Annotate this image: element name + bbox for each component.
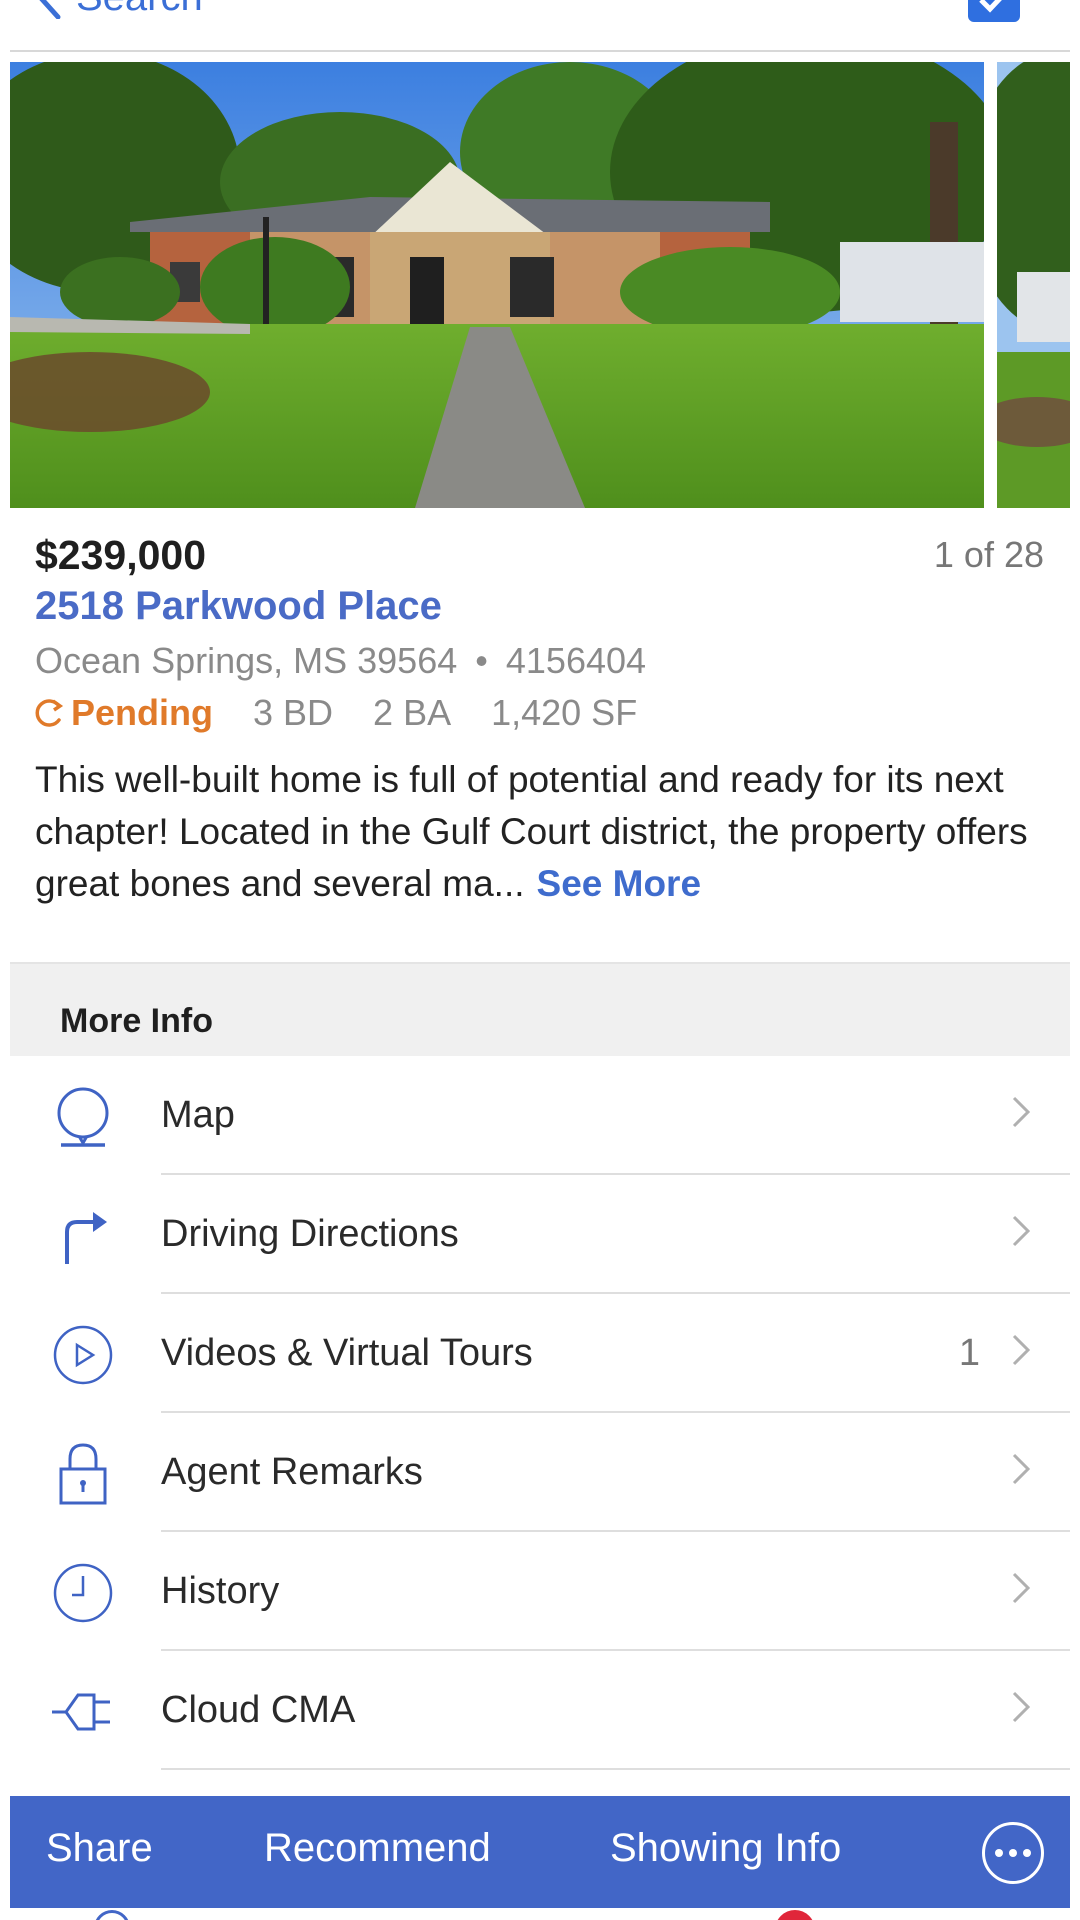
back-button[interactable]: Search xyxy=(36,0,203,22)
more-info-item-map[interactable]: Map xyxy=(10,1056,1070,1175)
chevron-right-icon xyxy=(1012,1096,1030,1128)
showing-info-button[interactable]: Showing Info xyxy=(610,1826,841,1871)
more-info-list: Map Driving Directions Videos & Virtual … xyxy=(10,1056,1070,1770)
item-label: History xyxy=(161,1570,280,1612)
clock-icon xyxy=(48,1558,118,1628)
more-info-item-driving-directions[interactable]: Driving Directions xyxy=(10,1175,1070,1294)
recommend-button[interactable]: Recommend xyxy=(264,1826,491,1871)
next-photo-preview[interactable] xyxy=(997,62,1070,508)
chevron-right-icon xyxy=(1012,1334,1030,1366)
chevron-right-icon xyxy=(1012,1215,1030,1247)
listing-photo[interactable] xyxy=(10,62,984,508)
item-label: Driving Directions xyxy=(161,1213,459,1255)
listing-address[interactable]: 2518 Parkwood Place xyxy=(35,584,442,629)
tab-bar-peek xyxy=(10,1908,1070,1920)
square-footage: 1,420 SF xyxy=(491,692,638,733)
checkmark-icon xyxy=(979,0,1002,13)
chevron-right-icon xyxy=(1012,1453,1030,1485)
city-state-zip: Ocean Springs, MS 39564 xyxy=(35,640,458,681)
status-line: Pending 3 BD 2 BA 1,420 SF xyxy=(35,692,677,734)
refresh-icon xyxy=(35,699,64,727)
play-circle-icon xyxy=(48,1320,118,1390)
description-text: This well-built home is full of potentia… xyxy=(35,759,1028,904)
chevron-right-icon xyxy=(1012,1691,1030,1723)
item-count: 1 xyxy=(958,1332,980,1374)
listing-price: $239,000 xyxy=(35,532,207,578)
chevron-left-icon xyxy=(39,0,61,19)
more-info-item-videos-virtual-tours[interactable]: Videos & Virtual Tours 1 xyxy=(10,1294,1070,1413)
separator-dot: • xyxy=(475,640,488,681)
turn-arrow-icon xyxy=(48,1201,118,1271)
divider xyxy=(161,1768,1070,1770)
see-more-link[interactable]: See More xyxy=(537,863,702,904)
photo-counter: 1 of 28 xyxy=(933,534,1044,575)
item-label: Cloud CMA xyxy=(161,1689,356,1731)
baths-count: 2 BA xyxy=(373,692,452,733)
more-dots-icon xyxy=(995,1849,1003,1857)
more-info-item-cloud-cma[interactable]: Cloud CMA xyxy=(10,1651,1070,1770)
bottom-action-bar: Share Recommend Showing Info xyxy=(10,1796,1070,1908)
item-label: Map xyxy=(161,1094,235,1136)
photo-carousel[interactable] xyxy=(10,62,1070,508)
lock-icon xyxy=(48,1439,118,1509)
status-text: Pending xyxy=(71,692,213,733)
more-info-item-history[interactable]: History xyxy=(10,1532,1070,1651)
share-button[interactable]: Share xyxy=(46,1826,153,1871)
chevron-right-icon xyxy=(1012,1572,1030,1604)
back-label: Search xyxy=(76,0,203,20)
more-info-header: More Info xyxy=(10,962,1070,1056)
more-info-title: More Info xyxy=(60,1002,213,1040)
beds-count: 3 BD xyxy=(253,692,334,733)
top-navigation-bar: Search xyxy=(10,0,1070,52)
app-frame: Search xyxy=(10,0,1070,1920)
item-label: Videos & Virtual Tours xyxy=(161,1332,533,1374)
select-checkbox[interactable] xyxy=(968,0,1020,22)
mls-number: 4156404 xyxy=(505,640,647,681)
plug-icon xyxy=(48,1677,118,1747)
more-info-item-agent-remarks[interactable]: Agent Remarks xyxy=(10,1413,1070,1532)
listing-description: This well-built home is full of potentia… xyxy=(35,754,1045,910)
location-line: Ocean Springs, MS 39564 • 4156404 xyxy=(35,640,646,682)
item-label: Agent Remarks xyxy=(161,1451,423,1493)
map-pin-icon xyxy=(48,1082,118,1152)
status-badge: Pending xyxy=(35,692,213,734)
more-options-button[interactable] xyxy=(982,1822,1044,1884)
